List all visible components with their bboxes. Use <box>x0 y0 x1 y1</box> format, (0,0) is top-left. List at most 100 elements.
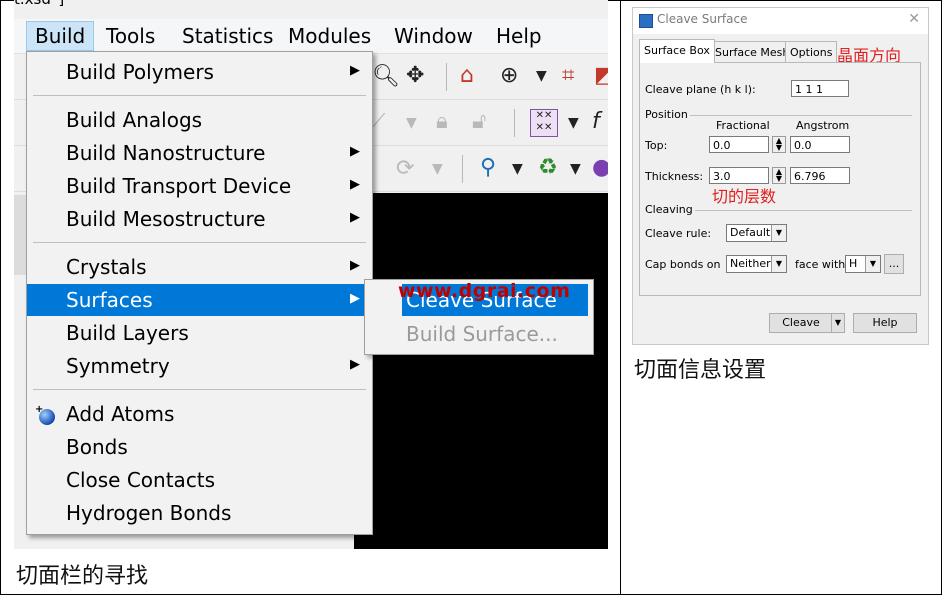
thickness-label: Thickness: <box>645 170 704 183</box>
top-spinner[interactable]: ▲ ▼ <box>772 136 786 153</box>
annotation-layer-count: 切的层数 <box>712 187 777 206</box>
menu-item-build-mesostructure[interactable]: Build Mesostructure ▶ <box>27 203 372 235</box>
submenu-arrow-icon: ▶ <box>350 144 360 159</box>
face-with-label: face with <box>795 258 846 271</box>
home-icon[interactable]: ⌂ <box>460 64 474 88</box>
build-menu-dropdown: Build Polymers ▶ Build Analogs Build Nan… <box>26 51 373 535</box>
cap-bonds-label: Cap bonds on <box>645 258 721 271</box>
menu-item-build-analogs[interactable]: Build Analogs <box>27 104 372 136</box>
right-caption: 切面信息设置 <box>634 358 767 383</box>
thickness-angstrom-input[interactable]: 6.796 <box>790 167 850 184</box>
cycle-icon[interactable]: ♻ <box>538 156 558 180</box>
frame-left <box>0 0 1 595</box>
menu-item-surfaces[interactable]: Surfaces ▶ <box>27 284 372 316</box>
top-label: Top: <box>645 139 668 152</box>
menubar: Build Tools Statistics Modules Window He… <box>14 19 608 54</box>
symmetry-grid-icon[interactable]: ✕✕ ✕✕ <box>530 109 558 137</box>
dialog-title: Cleave Surface <box>657 12 748 26</box>
crosshair-icon[interactable]: ⊕ <box>500 64 518 88</box>
menu-item-build-transport-device[interactable]: Build Transport Device ▶ <box>27 170 372 202</box>
group-divider <box>690 115 912 116</box>
app-icon <box>639 14 653 28</box>
position-group-label: Position <box>645 108 688 121</box>
menu-item-close-contacts[interactable]: Close Contacts <box>27 464 372 496</box>
add-atoms-icon: + <box>35 404 55 425</box>
submenu-arrow-icon: ▶ <box>350 258 360 273</box>
cleave-rule-select[interactable]: Default ▼ <box>726 224 787 242</box>
cleaving-group-label: Cleaving <box>645 203 693 216</box>
molecule-tool-icon[interactable]: ⚲ <box>480 156 496 180</box>
tab-options[interactable]: Options <box>785 41 838 63</box>
dropdown-arrow-icon[interactable]: ▼ <box>512 157 523 181</box>
dropdown-arrow-icon[interactable]: ▼ <box>568 111 579 135</box>
dropdown-arrow-icon[interactable]: ▼ <box>570 157 581 181</box>
submenu-arrow-icon: ▶ <box>350 291 360 306</box>
atom-icon[interactable]: ● <box>592 156 608 180</box>
menu-item-symmetry[interactable]: Symmetry ▶ <box>27 350 372 382</box>
toolbar-separator <box>446 63 447 91</box>
menu-modules[interactable]: Modules <box>280 22 379 50</box>
tab-surface-mesh[interactable]: Surface Mesh <box>710 41 795 63</box>
cleave-plane-input[interactable]: 1 1 1 <box>791 80 849 97</box>
face-with-select[interactable]: H ▼ <box>845 255 881 273</box>
fit-view-icon[interactable]: ⌗ <box>562 64 574 88</box>
cleave-surface-dialog: Cleave Surface ✕ Surface Box Surface Mes… <box>632 7 929 345</box>
3d-viewer-canvas[interactable] <box>354 193 608 549</box>
menu-separator <box>33 389 366 390</box>
rotate-icon[interactable]: ◩ <box>594 64 608 88</box>
menu-item-build-nanostructure[interactable]: Build Nanostructure ▶ <box>27 137 372 169</box>
menu-window[interactable]: Window <box>386 22 481 50</box>
chevron-down-icon: ▼ <box>771 256 786 272</box>
shape-icon: ⟳ <box>396 156 415 181</box>
toolbar-separator <box>462 155 463 183</box>
chevron-down-icon: ▼ <box>771 225 786 241</box>
group-divider <box>695 210 912 211</box>
cleave-options-dropdown[interactable]: ▼ <box>831 313 845 333</box>
menu-help[interactable]: Help <box>488 22 550 50</box>
submenu-arrow-icon: ▶ <box>350 210 360 225</box>
top-angstrom-input[interactable]: 0.0 <box>790 136 850 153</box>
face-with-value: H <box>849 257 858 270</box>
tab-surface-box[interactable]: Surface Box <box>639 39 715 63</box>
menu-separator <box>33 95 366 96</box>
watermark-text: www.dgrai.com <box>398 280 571 302</box>
top-fractional-input[interactable]: 0.0 <box>709 136 769 153</box>
function-icon[interactable]: f <box>592 110 600 134</box>
close-icon[interactable]: ✕ <box>908 11 920 27</box>
thickness-spinner[interactable]: ▲ ▼ <box>772 167 786 184</box>
menu-build[interactable]: Build <box>26 21 95 51</box>
dropdown-arrow-icon[interactable]: ▼ <box>536 64 547 88</box>
cleave-rule-label: Cleave rule: <box>645 227 712 240</box>
chevron-down-icon: ▼ <box>865 256 880 272</box>
menu-statistics[interactable]: Statistics <box>174 22 281 50</box>
zoom-icon[interactable]: 🔍︎ <box>372 65 400 89</box>
menu-item-build-layers[interactable]: Build Layers <box>27 317 372 349</box>
menu-item-build-surface: Build Surface... <box>406 322 558 346</box>
thickness-fractional-input[interactable]: 3.0 <box>709 167 769 184</box>
dropdown-arrow-icon: ▼ <box>406 115 417 131</box>
menu-tools[interactable]: Tools <box>98 22 163 50</box>
cap-bonds-value: Neither <box>730 257 771 270</box>
left-caption: 切面栏的寻找 <box>16 564 149 589</box>
cap-bonds-select[interactable]: Neither ▼ <box>726 255 787 273</box>
submenu-arrow-icon: ▶ <box>350 357 360 372</box>
menu-item-add-atoms[interactable]: + Add Atoms <box>27 398 372 430</box>
dropdown-arrow-icon: ▼ <box>432 161 443 177</box>
pan-icon[interactable]: ✥ <box>406 64 424 88</box>
lock-icon: 🔒︎ <box>436 109 448 134</box>
window-title-fragment: t.xsd*] <box>14 0 64 8</box>
menu-item-build-polymers[interactable]: Build Polymers ▶ <box>27 56 372 88</box>
materials-studio-window: t.xsd*] Build Tools Statistics Modules W… <box>14 0 608 549</box>
fractional-column-label: Fractional <box>716 119 770 132</box>
cleave-button[interactable]: Cleave <box>769 313 833 333</box>
angstrom-column-label: Angstrom <box>796 119 850 132</box>
frame-divider <box>620 0 621 595</box>
svg-text:+: + <box>35 404 43 415</box>
help-button[interactable]: Help <box>853 313 917 333</box>
menu-item-bonds[interactable]: Bonds <box>27 431 372 463</box>
menu-item-crystals[interactable]: Crystals ▶ <box>27 251 372 283</box>
element-browse-button[interactable]: ... <box>884 254 904 274</box>
toolbar-separator <box>514 109 515 137</box>
dialog-titlebar: Cleave Surface ✕ <box>633 8 928 34</box>
menu-item-hydrogen-bonds[interactable]: Hydrogen Bonds <box>27 497 372 529</box>
